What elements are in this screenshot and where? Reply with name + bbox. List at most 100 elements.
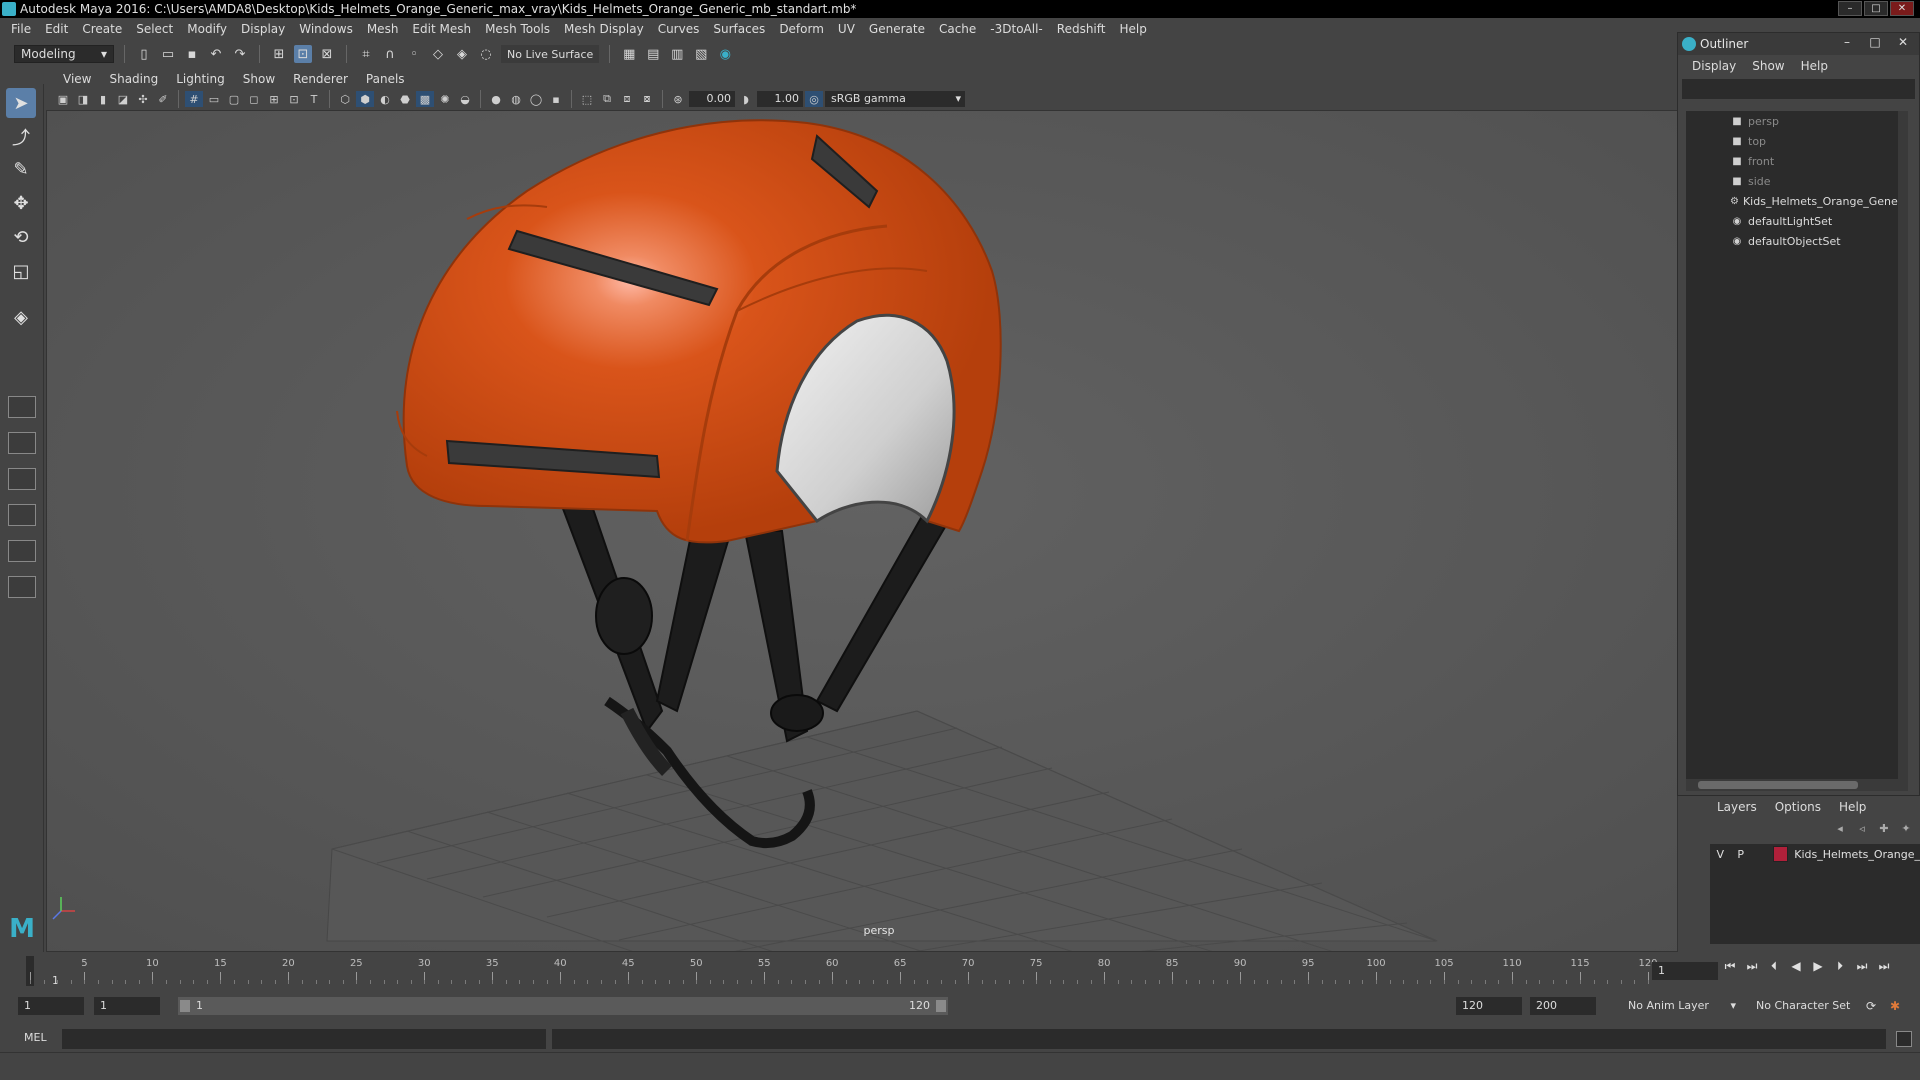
- save-scene-icon[interactable]: ▪: [183, 45, 201, 63]
- snap-grid-icon[interactable]: ⌗: [357, 45, 375, 63]
- go-to-end-icon[interactable]: ⏭: [1876, 958, 1892, 974]
- layer-menu-help[interactable]: Help: [1830, 800, 1875, 814]
- range-start-handle[interactable]: [180, 1000, 190, 1012]
- layer-menu-layers[interactable]: Layers: [1708, 800, 1766, 814]
- outliner-maximize-button[interactable]: □: [1863, 35, 1887, 51]
- menu-mesh-tools[interactable]: Mesh Tools: [478, 22, 557, 36]
- snap-surface-icon[interactable]: ◌: [477, 45, 495, 63]
- playback-end-field[interactable]: 120: [1456, 997, 1522, 1015]
- render-settings-icon[interactable]: ▥: [668, 45, 686, 63]
- grid-icon[interactable]: #: [185, 91, 203, 107]
- play-forwards-icon[interactable]: ▶: [1810, 958, 1826, 974]
- snap-view-plane-icon[interactable]: ◇: [429, 45, 447, 63]
- character-set-dropdown[interactable]: No Character Set: [1750, 997, 1864, 1015]
- select-tool-icon[interactable]: ➤: [6, 88, 36, 118]
- motion-blur-icon[interactable]: ◍: [507, 91, 525, 107]
- menu-uv[interactable]: UV: [831, 22, 862, 36]
- textured-icon[interactable]: ▩: [416, 91, 434, 107]
- color-management-icon[interactable]: ◎: [805, 91, 823, 107]
- layer-menu-options[interactable]: Options: [1766, 800, 1830, 814]
- menu-deform[interactable]: Deform: [772, 22, 831, 36]
- outliner-item-persp[interactable]: ■ persp: [1686, 111, 1908, 131]
- view-transform-dropdown[interactable]: sRGB gamma: [825, 91, 965, 107]
- undo-icon[interactable]: ↶: [207, 45, 225, 63]
- close-button[interactable]: ✕: [1890, 1, 1914, 16]
- time-slider[interactable]: 1 5 10 15 20 25 30 35 40 45 50 55 60 65 70 75 80 85 90 95 1…: [0, 952, 1920, 988]
- outliner-item-front[interactable]: ■ front: [1686, 151, 1908, 171]
- play-backwards-icon[interactable]: ◀: [1788, 958, 1804, 974]
- layer-visibility-toggle[interactable]: V: [1710, 848, 1730, 861]
- hypershade-icon[interactable]: ▧: [692, 45, 710, 63]
- last-tool-icon[interactable]: ◈: [6, 302, 36, 332]
- use-default-material-icon[interactable]: ◐: [376, 91, 394, 107]
- multisample-aa-icon[interactable]: ◯: [527, 91, 545, 107]
- xray-icon[interactable]: ⧉: [598, 91, 616, 107]
- menu-modify[interactable]: Modify: [180, 22, 234, 36]
- outliner-item-default-object-set[interactable]: ◉ defaultObjectSet: [1686, 231, 1908, 251]
- menu-edit-mesh[interactable]: Edit Mesh: [405, 22, 478, 36]
- rotate-tool-icon[interactable]: ⟲: [6, 222, 36, 252]
- time-ruler[interactable]: 1 5 10 15 20 25 30 35 40 45 50 55 60 65 70 75 80 85 90 95 1…: [26, 956, 1658, 987]
- panel-menu-renderer[interactable]: Renderer: [284, 72, 357, 86]
- four-view-layout-icon[interactable]: [8, 432, 36, 454]
- panel-menu-panels[interactable]: Panels: [357, 72, 414, 86]
- menu-display[interactable]: Display: [234, 22, 292, 36]
- use-all-lights-icon[interactable]: ✺: [436, 91, 454, 107]
- gate-mask-icon[interactable]: ◻: [245, 91, 263, 107]
- xray-joints-icon[interactable]: ⧈: [618, 91, 636, 107]
- grease-pencil-icon[interactable]: ✐: [154, 91, 172, 107]
- paint-select-icon[interactable]: ✎: [6, 154, 36, 184]
- live-surface-field[interactable]: No Live Surface: [501, 45, 600, 63]
- outliner-minimize-button[interactable]: –: [1835, 35, 1859, 51]
- new-layer-icon[interactable]: ✦: [1898, 822, 1914, 836]
- auto-key-icon[interactable]: ⟳: [1866, 999, 1882, 1015]
- image-plane-icon[interactable]: ◪: [114, 91, 132, 107]
- menu-edit[interactable]: Edit: [38, 22, 75, 36]
- smooth-shade-icon[interactable]: ⬢: [356, 91, 374, 107]
- outliner-horizontal-scrollbar[interactable]: [1686, 779, 1908, 791]
- two-d-pan-icon[interactable]: ✣: [134, 91, 152, 107]
- wireframe-icon[interactable]: ⬡: [336, 91, 354, 107]
- outliner-search-input[interactable]: [1682, 79, 1915, 99]
- move-tool-icon[interactable]: ✥: [6, 188, 36, 218]
- layer-row[interactable]: V P Kids_Helmets_Orange_: [1710, 844, 1920, 864]
- outliner-item-default-light-set[interactable]: ◉ defaultLightSet: [1686, 211, 1908, 231]
- animation-end-field[interactable]: 200: [1530, 997, 1596, 1015]
- playback-start-field[interactable]: 1: [94, 997, 160, 1015]
- film-gate-icon[interactable]: ▭: [205, 91, 223, 107]
- single-perspective-layout-icon[interactable]: [8, 396, 36, 418]
- scrollbar-thumb[interactable]: [1698, 781, 1858, 789]
- menu-create[interactable]: Create: [75, 22, 129, 36]
- command-input[interactable]: [62, 1029, 546, 1049]
- menu-3dtoall[interactable]: -3DtoAll-: [983, 22, 1049, 36]
- outliner-item-top[interactable]: ■ top: [1686, 131, 1908, 151]
- camera-attributes-icon[interactable]: ◨: [74, 91, 92, 107]
- ipr-render-icon[interactable]: ▤: [644, 45, 662, 63]
- outliner-menu-display[interactable]: Display: [1684, 59, 1744, 73]
- screen-space-ao-icon[interactable]: ●: [487, 91, 505, 107]
- snap-point-icon[interactable]: ◦: [405, 45, 423, 63]
- outliner-menu-show[interactable]: Show: [1744, 59, 1792, 73]
- redo-icon[interactable]: ↷: [231, 45, 249, 63]
- current-frame-field[interactable]: 1: [1652, 962, 1718, 980]
- step-back-key-icon[interactable]: ⏭: [1744, 958, 1760, 974]
- step-back-frame-icon[interactable]: ⏴: [1766, 958, 1782, 974]
- menu-surfaces[interactable]: Surfaces: [706, 22, 772, 36]
- select-by-object-icon[interactable]: ⊡: [294, 45, 312, 63]
- perspective-viewport[interactable]: persp: [46, 110, 1678, 952]
- step-forward-frame-icon[interactable]: ⏵: [1832, 958, 1848, 974]
- menu-windows[interactable]: Windows: [292, 22, 360, 36]
- lasso-tool-icon[interactable]: ⤴: [6, 122, 36, 152]
- outliner-item-helmet-group[interactable]: ⚙ Kids_Helmets_Orange_Generic: [1686, 191, 1908, 211]
- move-layer-up-icon[interactable]: ◂: [1832, 822, 1848, 836]
- panel-menu-show[interactable]: Show: [234, 72, 284, 86]
- exposure-field[interactable]: 0.00: [689, 91, 735, 107]
- anim-preferences-icon[interactable]: ✱: [1890, 999, 1906, 1015]
- step-forward-key-icon[interactable]: ⏭: [1854, 958, 1870, 974]
- custom-layout-icon[interactable]: [8, 576, 36, 598]
- outliner-vertical-scrollbar[interactable]: [1898, 111, 1908, 779]
- wireframe-on-shaded-icon[interactable]: ⬣: [396, 91, 414, 107]
- anim-layer-dropdown[interactable]: No Anim Layer ▾: [1622, 997, 1740, 1015]
- shadows-icon[interactable]: ◒: [456, 91, 474, 107]
- select-by-hierarchy-icon[interactable]: ⊞: [270, 45, 288, 63]
